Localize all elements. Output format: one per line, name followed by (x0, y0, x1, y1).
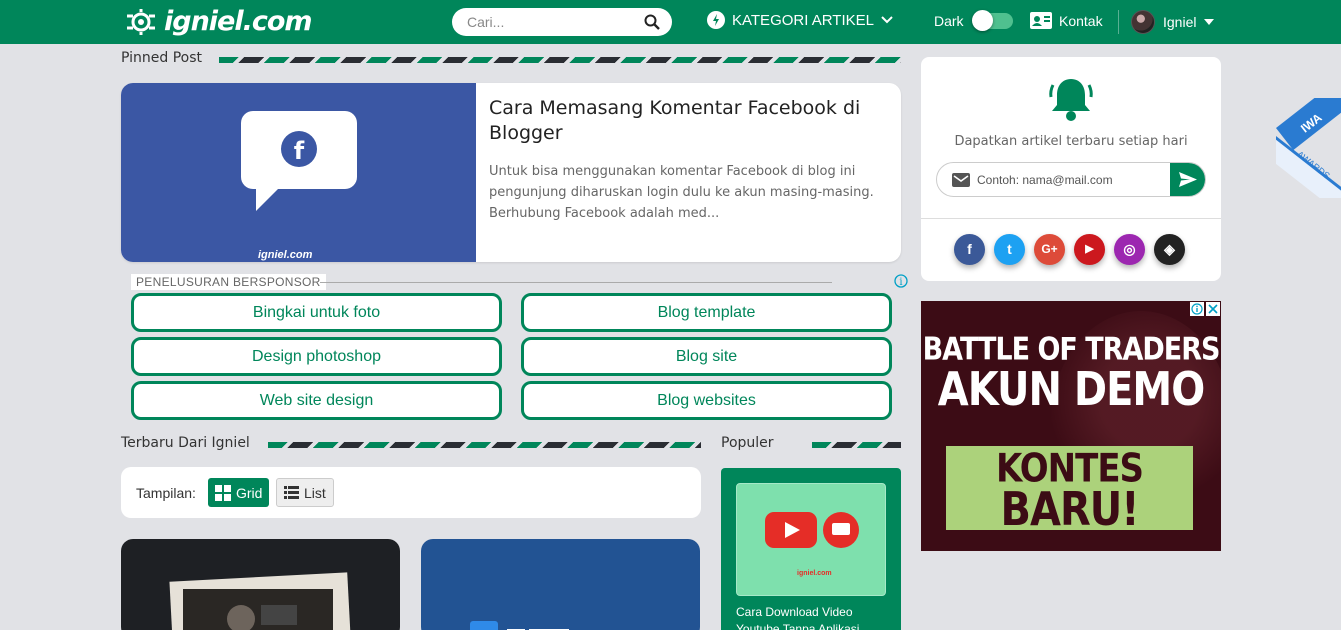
instagram-icon[interactable]: ◎ (1114, 234, 1145, 265)
flash-icon (707, 11, 725, 29)
post-card[interactable] (121, 539, 400, 630)
advertisement-banner[interactable]: BATTLE OF TRADERS AKUN DEMO KONTES BARU! (921, 301, 1221, 551)
pinned-section-title: Pinned Post (121, 50, 203, 66)
popular-post-image[interactable]: igniel.com (736, 483, 886, 596)
sponsored-divider (320, 282, 832, 283)
grid-view-button[interactable]: Grid (208, 478, 270, 507)
sponsored-link-button[interactable]: Web site design (131, 381, 502, 420)
top-navbar: igniel.com KATEGORI ARTIKEL Dark Kontak (0, 0, 1341, 44)
post-thumbnail (169, 572, 351, 630)
view-label: Tampilan: (136, 485, 196, 501)
ad-info-glyph: i (899, 277, 902, 288)
subscribe-widget: Dapatkan artikel terbaru setiap hari f t… (921, 57, 1221, 281)
image-watermark: igniel.com (797, 570, 832, 577)
subscribe-submit-button[interactable] (1170, 163, 1205, 196)
chevron-down-icon (881, 16, 893, 24)
chat-bubble-tail (256, 183, 284, 211)
facebook-icon[interactable]: f (954, 234, 985, 265)
list-icon (284, 486, 299, 499)
grid-label: Grid (236, 484, 263, 501)
sponsored-link-button[interactable]: Design photoshop (131, 337, 502, 376)
send-icon (1179, 172, 1197, 187)
ad-choices-icon[interactable] (1190, 302, 1204, 316)
email-subscribe-box (936, 162, 1206, 197)
grid-icon (215, 484, 231, 501)
codepen-icon[interactable]: ◈ (1154, 234, 1185, 265)
kontak-link[interactable]: Kontak (1030, 12, 1103, 29)
kontak-label: Kontak (1059, 12, 1103, 29)
popular-widget: igniel.com Cara Download Video Youtube T… (721, 468, 901, 630)
list-label: List (304, 484, 326, 501)
post-thumbnail (470, 621, 569, 630)
bell-icon (1049, 79, 1093, 121)
list-view-button[interactable]: List (276, 478, 334, 507)
iwa-awards-badge[interactable]: IWA AWARDS (1276, 98, 1341, 198)
sponsored-label: PENELUSURAN BERSPONSOR (131, 274, 326, 290)
sponsored-link-button[interactable]: Blog site (521, 337, 892, 376)
kategori-label: KATEGORI ARTIKEL (732, 11, 874, 29)
section-stripe-decoration (268, 442, 701, 448)
dark-mode-label: Dark (934, 13, 964, 29)
contact-card-icon (1030, 12, 1052, 29)
download-icon (823, 512, 859, 548)
pinned-post-card[interactable]: f igniel.com Cara Memasang Komentar Face… (121, 83, 901, 262)
pinned-post-excerpt: Untuk bisa menggunakan komentar Facebook… (489, 164, 874, 221)
avatar (1131, 10, 1155, 34)
pinned-post-title[interactable]: Cara Memasang Komentar Facebook di Blogg… (489, 96, 879, 146)
user-menu[interactable]: Igniel (1131, 10, 1215, 34)
popular-section-title: Populer (721, 435, 774, 451)
email-field[interactable] (977, 163, 1167, 196)
logo-icon (127, 9, 155, 35)
logo-text: igniel.com (164, 6, 313, 37)
popular-post-title[interactable]: Cara Download Video Youtube Tanpa Aplika… (736, 604, 886, 630)
ad-close-icon[interactable] (1206, 302, 1220, 316)
search-input[interactable] (467, 8, 637, 36)
image-watermark: igniel.com (258, 249, 313, 261)
view-toggle-bar: Tampilan: Grid List (121, 467, 701, 518)
search-box[interactable] (452, 8, 672, 36)
latest-section-title: Terbaru Dari Igniel (121, 435, 250, 451)
mail-icon (952, 173, 970, 187)
section-stripe-decoration (219, 57, 901, 63)
pinned-post-image[interactable]: f igniel.com (121, 83, 476, 262)
subscribe-text: Dapatkan artikel terbaru setiap hari (954, 134, 1188, 149)
youtube-icon[interactable]: ▶ (1074, 234, 1105, 265)
ad-info-icon[interactable]: i (894, 274, 908, 288)
twitter-icon[interactable]: t (994, 234, 1025, 265)
sponsored-link-button[interactable]: Blog websites (521, 381, 892, 420)
site-logo[interactable]: igniel.com (124, 6, 313, 37)
post-card[interactable] (421, 539, 700, 630)
header-divider (1118, 10, 1119, 34)
ad-headline-large: AKUN DEMO (937, 363, 1205, 417)
dark-mode-toggle[interactable] (972, 10, 1013, 31)
user-name: Igniel (1163, 14, 1197, 30)
subscribe-divider (921, 218, 1221, 219)
caret-down-icon (1204, 19, 1215, 25)
search-icon[interactable] (644, 14, 660, 30)
sponsored-link-button[interactable]: Bingkai untuk foto (131, 293, 502, 332)
section-stripe-decoration (812, 442, 901, 448)
youtube-icon (765, 512, 817, 548)
sponsored-link-button[interactable]: Blog template (521, 293, 892, 332)
google-plus-icon[interactable]: G+ (1034, 234, 1065, 265)
kategori-menu[interactable]: KATEGORI ARTIKEL (707, 11, 893, 29)
facebook-icon: f (281, 131, 317, 167)
ad-headline: BATTLE OF TRADERS (922, 331, 1221, 368)
ad-callout-box: KONTES BARU! (946, 446, 1193, 536)
ad-callout-line2: BARU! (1000, 483, 1140, 537)
